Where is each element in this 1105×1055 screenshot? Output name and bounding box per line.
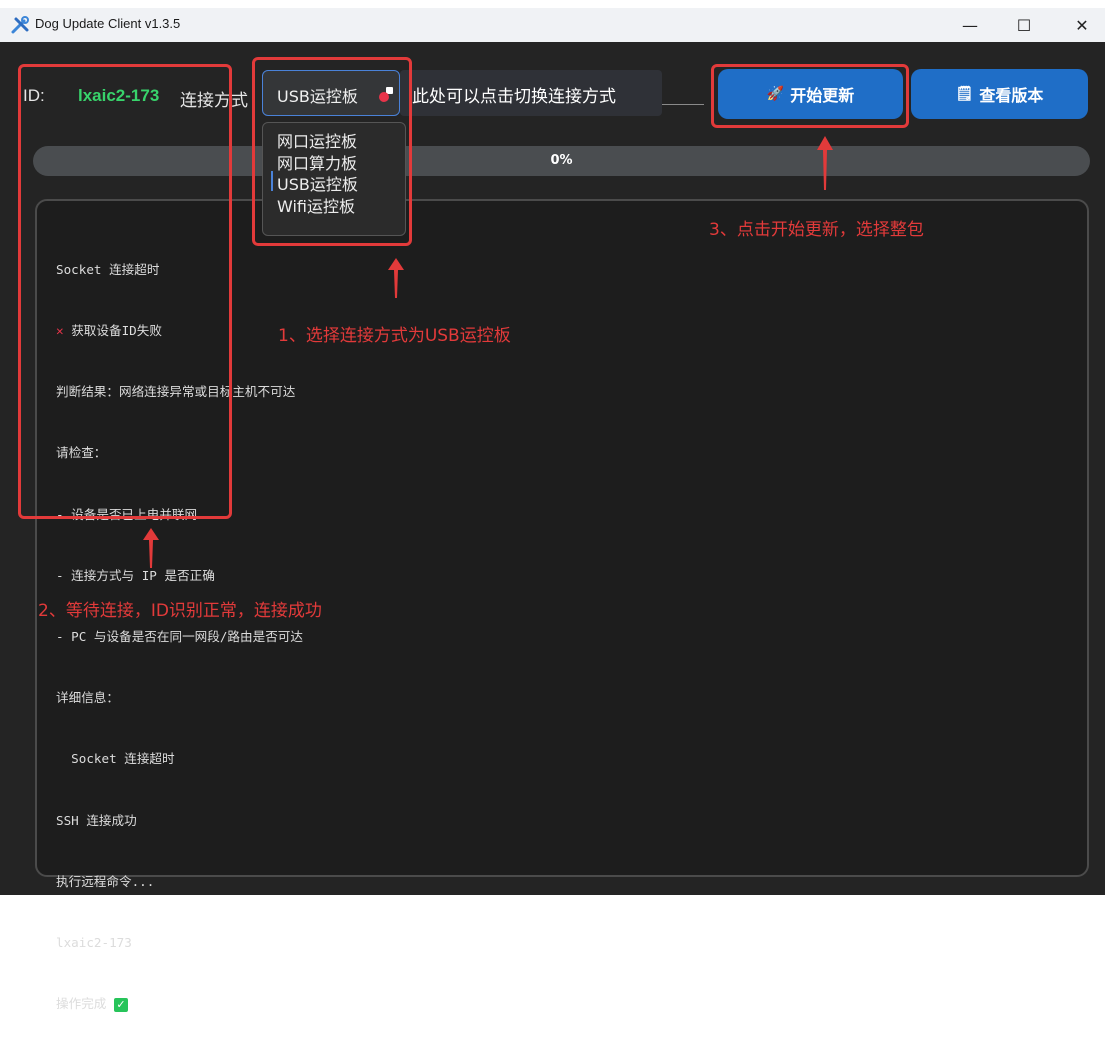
- annotation-step2: 2、等待连接，ID识别正常，连接成功: [38, 601, 322, 621]
- app-tools-icon: [11, 16, 29, 34]
- log-line: - PC 与设备是否在同一网段/路由是否可达: [56, 629, 303, 645]
- log-line-done: 操作完成 ✓: [56, 994, 303, 1014]
- log-line: 详细信息：: [56, 690, 119, 706]
- log-line-text: 操作完成: [56, 996, 107, 1012]
- log-line: 执行远程命令...: [56, 873, 155, 889]
- tooltip-divider: [662, 104, 704, 105]
- annotation-box-update: [711, 64, 909, 128]
- tooltip-text: 此处可以点击切换连接方式: [412, 87, 616, 107]
- minimize-button[interactable]: —: [947, 8, 993, 42]
- annotation-step1: 1、选择连接方式为USB运控板: [278, 326, 511, 346]
- annotation-box-log: [18, 64, 232, 519]
- maximize-button[interactable]: ☐: [1001, 8, 1047, 42]
- annotation-step3: 3、点击开始更新，选择整包: [709, 220, 924, 240]
- view-version-label: 查看版本: [979, 86, 1044, 105]
- log-line: lxaic2-173: [56, 935, 132, 951]
- annotation-box-dropdown: [252, 57, 412, 246]
- tooltip: 此处可以点击切换连接方式: [400, 70, 662, 116]
- log-line: - 连接方式与 IP 是否正确: [56, 567, 215, 583]
- close-button[interactable]: ✕: [1059, 8, 1105, 42]
- annotation-arrow-icon: [388, 258, 404, 298]
- log-line: Socket 连接超时: [56, 751, 175, 767]
- window-title: Dog Update Client v1.3.5: [35, 16, 181, 31]
- check-icon: ✓: [113, 997, 128, 1012]
- view-version-button[interactable]: 🗒 查看版本: [911, 69, 1088, 119]
- log-line: SSH 连接成功: [56, 812, 137, 828]
- title-bar: Dog Update Client v1.3.5 — ☐ ✕: [0, 8, 1105, 42]
- annotation-arrow-icon: [817, 136, 833, 190]
- document-icon: 🗒: [955, 86, 974, 102]
- annotation-arrow-icon: [143, 528, 159, 568]
